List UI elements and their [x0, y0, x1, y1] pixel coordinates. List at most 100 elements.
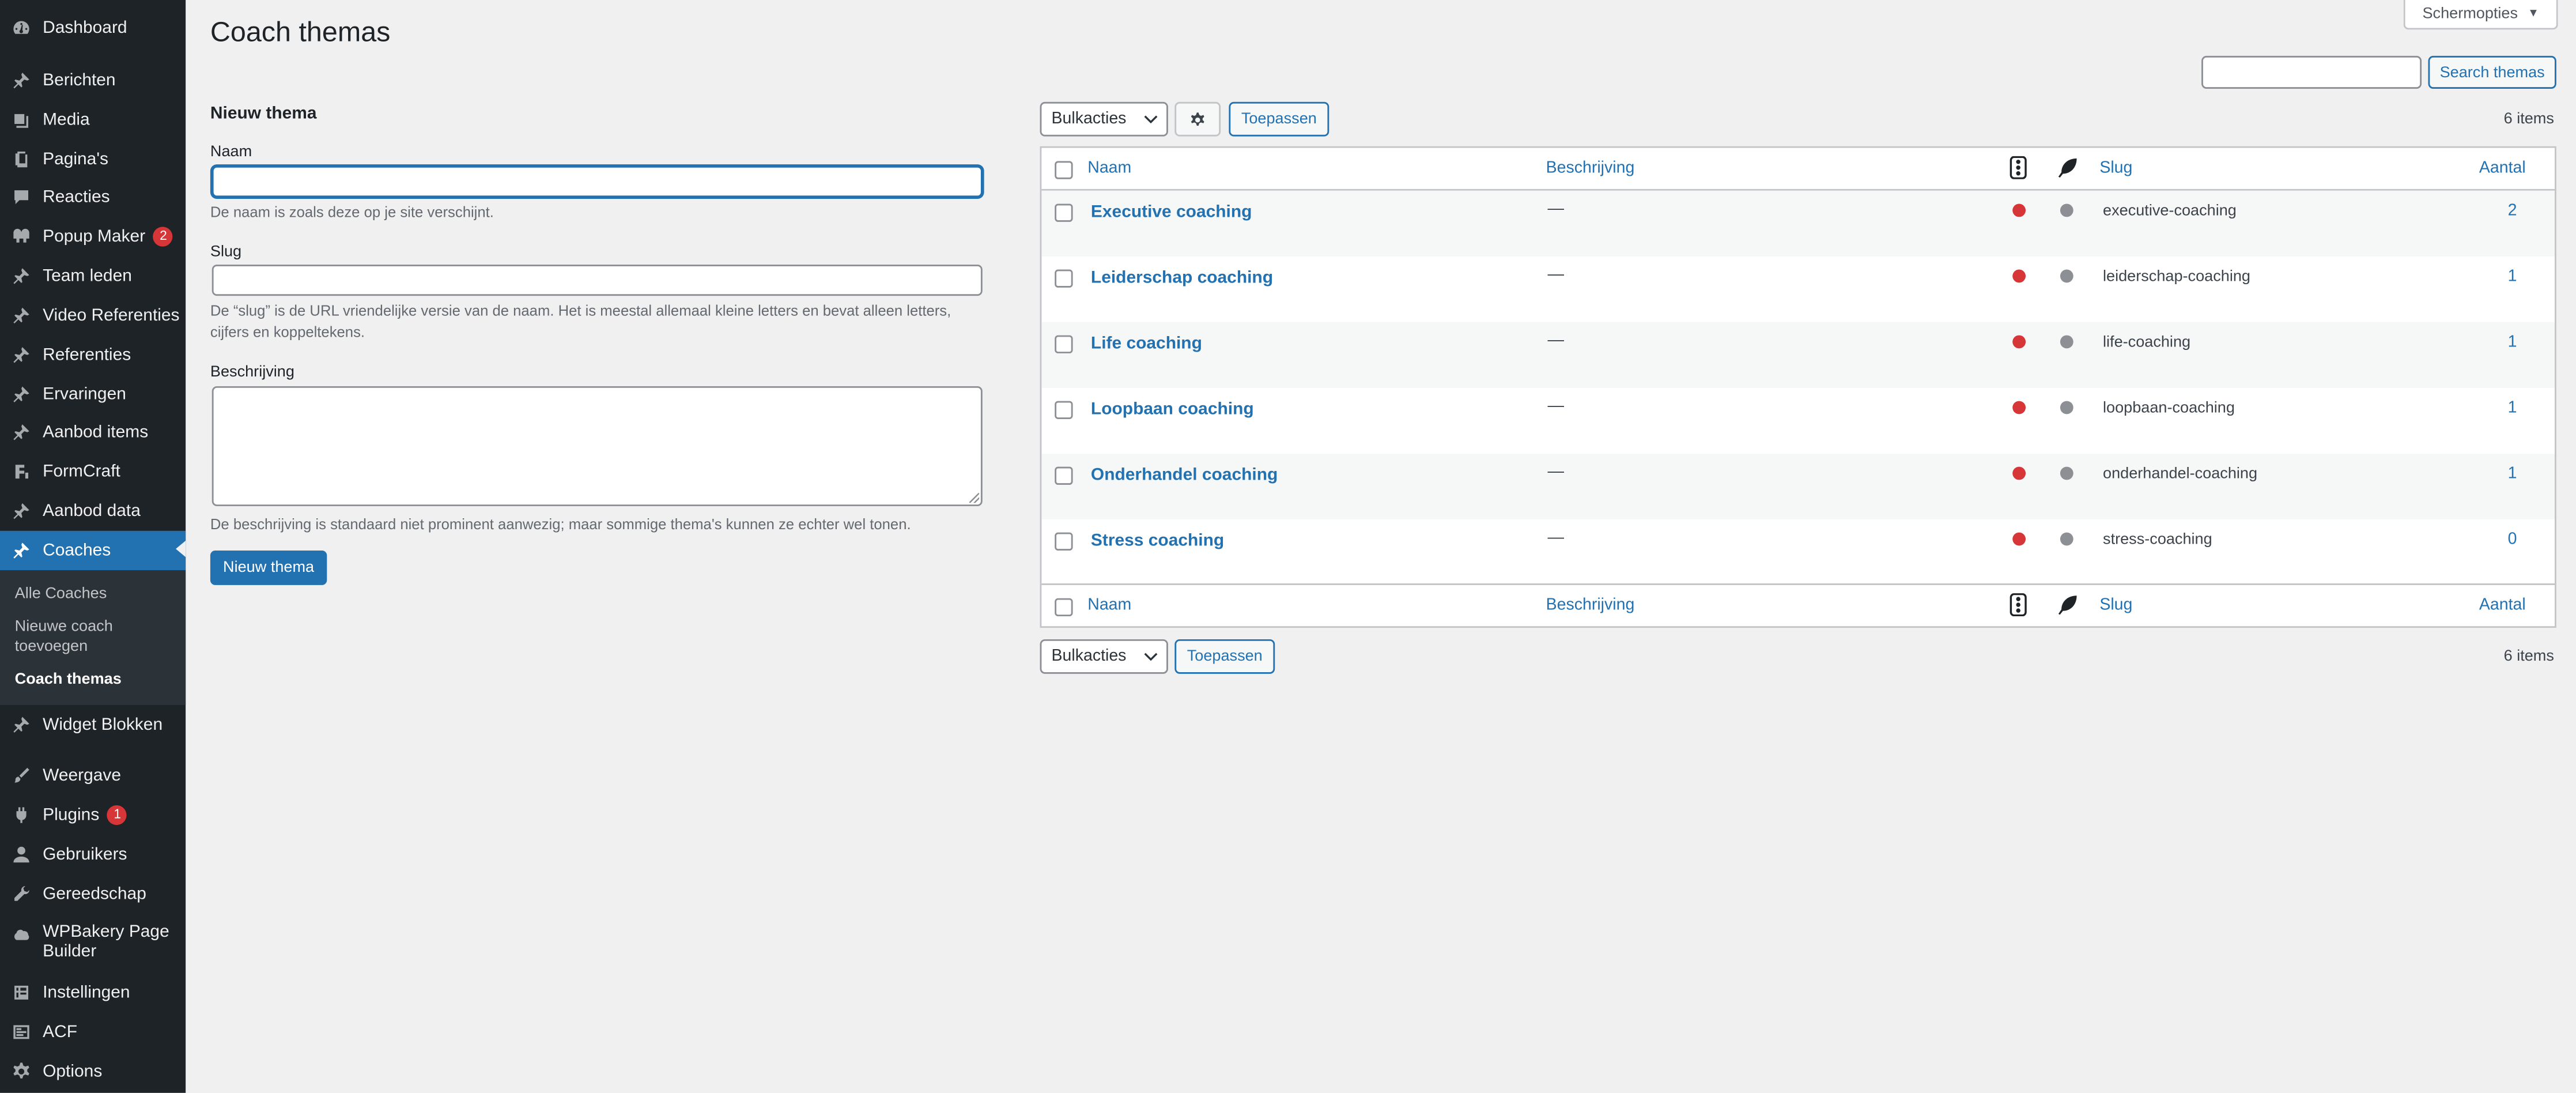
- sidebar-item-plugins[interactable]: Plugins 1: [0, 797, 186, 834]
- column-footer-description[interactable]: Beschrijving: [1546, 597, 1635, 615]
- sidebar-item-wpbakery[interactable]: WPBakery Page Builder: [0, 922, 186, 964]
- resize-handle-icon[interactable]: [969, 493, 980, 503]
- pin-icon: [10, 500, 33, 523]
- column-header-name[interactable]: Naam: [1087, 160, 1131, 178]
- readability-status-grey-dot: [2060, 466, 2073, 480]
- gear-icon: [1191, 111, 1204, 125]
- slug-input[interactable]: [211, 264, 983, 296]
- sidebar-item-aanbod-items[interactable]: Aanbod items: [0, 414, 186, 450]
- sidebar-item-coaches[interactable]: Coaches: [0, 530, 186, 571]
- pin-icon: [10, 421, 33, 444]
- sidebar-item-media[interactable]: Media: [0, 102, 186, 138]
- items-count-top: 6 items: [2503, 110, 2554, 129]
- sidebar-item-popup-maker[interactable]: Popup Maker 2: [0, 218, 186, 255]
- name-label: Naam: [210, 143, 252, 161]
- slug-label: Slug: [210, 243, 242, 262]
- column-header-description[interactable]: Beschrijving: [1546, 160, 1635, 178]
- theme-name-link[interactable]: Loopbaan coaching: [1091, 399, 1254, 419]
- sidebar-item-berichten[interactable]: Berichten: [0, 62, 186, 99]
- sidebar-item-label: Popup Maker: [43, 227, 146, 247]
- wpbakery-icon: [10, 924, 33, 947]
- bulk-actions-select-bottom[interactable]: Bulkacties: [1040, 639, 1168, 674]
- settings-gear-button[interactable]: [1174, 101, 1221, 137]
- sidebar-item-label: Pagina's: [43, 149, 109, 169]
- sidebar-item-aanbod-data[interactable]: Aanbod data: [0, 493, 186, 529]
- sidebar-item-referenties[interactable]: Referenties: [0, 337, 186, 373]
- apply-button-top[interactable]: Toepassen: [1229, 101, 1329, 137]
- theme-name-link[interactable]: Stress coaching: [1091, 531, 1224, 551]
- theme-name-link[interactable]: Onderhandel coaching: [1091, 465, 1278, 485]
- theme-count-link[interactable]: 1: [2508, 399, 2517, 417]
- column-footer-name[interactable]: Naam: [1087, 597, 1131, 615]
- page-icon: [10, 148, 33, 171]
- theme-count-link[interactable]: 1: [2508, 334, 2517, 352]
- theme-count-link[interactable]: 1: [2508, 268, 2517, 286]
- theme-count-link[interactable]: 0: [2508, 531, 2517, 549]
- sidebar-item-label: Berichten: [43, 70, 116, 91]
- select-all-checkbox[interactable]: [1055, 161, 1073, 179]
- theme-name-link[interactable]: Executive coaching: [1091, 202, 1252, 222]
- theme-slug: stress-coaching: [2103, 530, 2212, 549]
- row-checkbox[interactable]: [1055, 466, 1073, 485]
- themes-table: Naam Beschrijving Slug Aantal Executive …: [1040, 146, 2556, 628]
- select-all-checkbox-footer[interactable]: [1055, 598, 1073, 617]
- name-input[interactable]: [211, 165, 983, 198]
- sidebar-item-widget-blokken[interactable]: Widget Blokken: [0, 707, 186, 743]
- screen-options-button[interactable]: Schermopties ▼: [2403, 0, 2558, 30]
- sidebar-item-paginas[interactable]: Pagina's: [0, 141, 186, 178]
- row-checkbox[interactable]: [1055, 269, 1073, 288]
- sidebar-item-reacties[interactable]: Reacties: [0, 179, 186, 216]
- submenu-item-coach-themas[interactable]: Coach themas: [15, 670, 179, 690]
- pin-icon: [10, 265, 33, 288]
- sidebar-item-label: Reacties: [43, 187, 110, 208]
- apply-button-bottom[interactable]: Toepassen: [1174, 639, 1275, 674]
- items-count-bottom: 6 items: [2503, 647, 2554, 666]
- sidebar-item-team-leden[interactable]: Team leden: [0, 258, 186, 295]
- sidebar-item-acf[interactable]: ACF: [0, 1014, 186, 1050]
- sidebar-item-gereedschap[interactable]: Gereedschap: [0, 876, 186, 912]
- theme-count-link[interactable]: 2: [2508, 202, 2517, 220]
- bulk-actions-select[interactable]: Bulkacties: [1040, 101, 1168, 137]
- row-checkbox[interactable]: [1055, 401, 1073, 419]
- traffic-light-icon: [2010, 156, 2027, 179]
- column-header-count[interactable]: Aantal: [2479, 160, 2526, 178]
- seo-status-red-dot: [2012, 269, 2026, 283]
- sidebar-item-label: Video Referenties: [43, 306, 180, 326]
- submenu-item-nieuwe-coach[interactable]: Nieuwe coach toevoegen: [15, 618, 179, 657]
- theme-name-link[interactable]: Life coaching: [1091, 334, 1202, 353]
- theme-name-link[interactable]: Leiderschap coaching: [1091, 268, 1273, 288]
- form-heading: Nieuw thema: [210, 103, 317, 123]
- column-footer-count[interactable]: Aantal: [2479, 597, 2526, 615]
- row-checkbox[interactable]: [1055, 532, 1073, 551]
- add-theme-button[interactable]: Nieuw thema: [210, 551, 327, 585]
- sidebar-item-options[interactable]: Options: [0, 1053, 186, 1090]
- bulk-actions-label: Bulkacties: [1051, 647, 1127, 666]
- sidebar-item-label: Referenties: [43, 345, 131, 365]
- search-input[interactable]: [2201, 55, 2422, 89]
- sidebar-item-label: Aanbod items: [43, 422, 149, 442]
- sidebar-item-label: Plugins: [43, 805, 100, 826]
- sidebar-item-gebruikers[interactable]: Gebruikers: [0, 836, 186, 873]
- sidebar-item-video-referenties[interactable]: Video Referenties: [0, 297, 186, 334]
- bulk-actions-label: Bulkacties: [1051, 110, 1127, 129]
- sidebar-item-instellingen[interactable]: Instellingen: [0, 975, 186, 1011]
- readability-status-grey-dot: [2060, 203, 2073, 217]
- column-header-slug[interactable]: Slug: [2099, 160, 2132, 178]
- sidebar-item-label: Gereedschap: [43, 884, 146, 904]
- wrench-icon: [10, 883, 33, 906]
- sidebar-item-ervaringen[interactable]: Ervaringen: [0, 376, 186, 413]
- sidebar-item-formcraft[interactable]: FormCraft: [0, 454, 186, 490]
- sidebar-item-label: ACF: [43, 1022, 77, 1042]
- search-button[interactable]: Search themas: [2428, 55, 2556, 89]
- theme-count-link[interactable]: 1: [2508, 465, 2517, 483]
- row-checkbox[interactable]: [1055, 203, 1073, 222]
- description-textarea[interactable]: [211, 386, 983, 507]
- submenu-item-alle-coaches[interactable]: Alle Coaches: [15, 585, 179, 605]
- sidebar-item-weergave[interactable]: Weergave: [0, 757, 186, 794]
- table-row: Loopbaan coaching — loopbaan-coaching 1: [1041, 388, 2555, 454]
- column-footer-slug[interactable]: Slug: [2099, 597, 2132, 615]
- sidebar-item-label: Dashboard: [43, 18, 127, 38]
- row-checkbox[interactable]: [1055, 335, 1073, 353]
- seo-status-red-dot: [2012, 532, 2026, 546]
- sidebar-item-dashboard[interactable]: Dashboard: [0, 10, 186, 46]
